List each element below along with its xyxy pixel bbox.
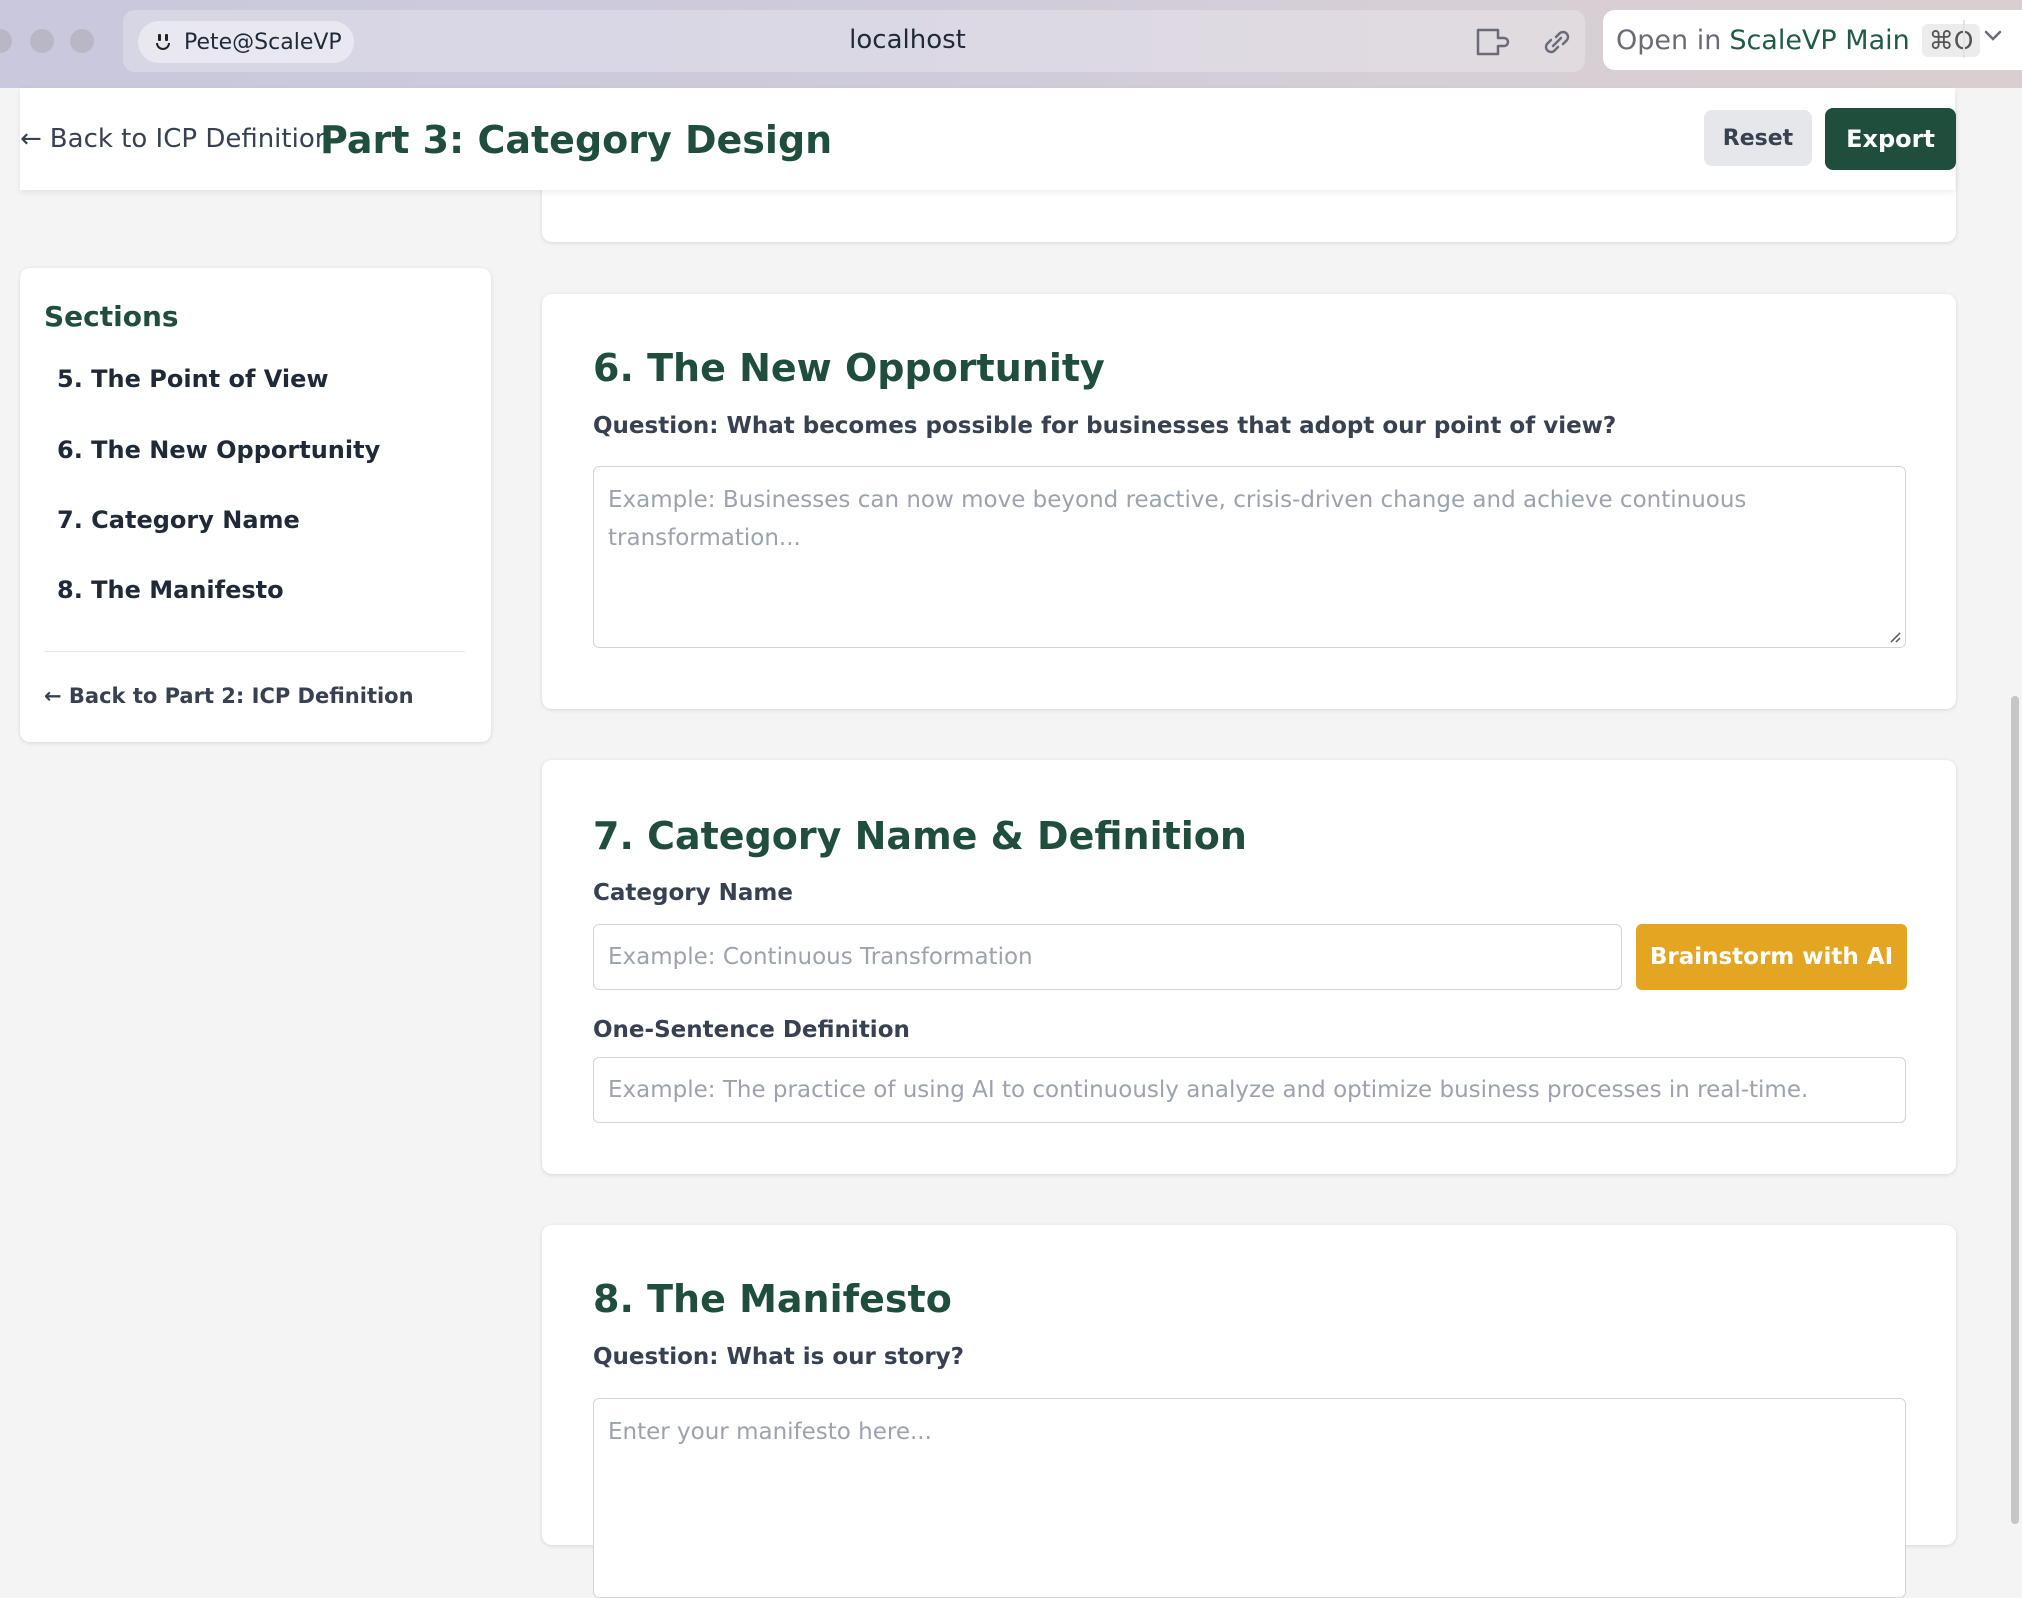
sidebar-item-point-of-view[interactable]: 5. The Point of View xyxy=(57,365,329,393)
page-scrollbar[interactable] xyxy=(2011,696,2019,1524)
extension-icon[interactable] xyxy=(1472,22,1516,62)
sidebar-item-category-name[interactable]: 7. Category Name xyxy=(57,506,300,534)
manifesto-textarea[interactable]: Enter your manifesto here... xyxy=(593,1398,1906,1598)
chevron-down-icon[interactable] xyxy=(1984,26,2002,44)
sidebar-item-new-opportunity[interactable]: 6. The New Opportunity xyxy=(57,436,380,464)
section-title: 6. The New Opportunity xyxy=(593,346,1105,390)
category-card: 7. Category Name & Definition Category N… xyxy=(542,760,1956,1174)
sidebar-divider xyxy=(44,651,465,652)
open-in-prefix: Open in xyxy=(1616,24,1722,56)
section-title: 7. Category Name & Definition xyxy=(593,814,1247,858)
back-to-icp-link[interactable]: ← Back to ICP Definition xyxy=(20,124,331,154)
input-placeholder: Example: The practice of using AI to con… xyxy=(608,1077,1809,1103)
browser-toolbar: Pete@ScaleVP localhost Open in ScaleVP M… xyxy=(0,0,2022,88)
link-icon[interactable] xyxy=(1535,22,1579,62)
resize-handle-icon[interactable] xyxy=(1887,629,1901,643)
section-question: Question: What becomes possible for busi… xyxy=(593,413,1617,439)
category-name-label: Category Name xyxy=(593,880,793,906)
page-title: Part 3: Category Design xyxy=(320,118,833,162)
definition-input[interactable]: Example: The practice of using AI to con… xyxy=(593,1057,1906,1123)
open-in-divider xyxy=(1963,20,1965,58)
manifesto-card: 8. The Manifesto Question: What is our s… xyxy=(542,1225,1956,1598)
sections-sidebar: Sections 5. The Point of View 6. The New… xyxy=(20,268,491,742)
category-name-input[interactable]: Example: Continuous Transformation xyxy=(593,924,1622,990)
shortcut-badge: ⌘O xyxy=(1921,23,1981,57)
textarea-placeholder: Example: Businesses can now move beyond … xyxy=(608,487,1747,551)
app-header: ← Back to ICP Definition Part 3: Categor… xyxy=(20,88,1956,190)
export-button[interactable]: Export xyxy=(1825,108,1956,170)
open-in-app-button[interactable]: Open in ScaleVP Main ⌘O xyxy=(1603,10,2022,70)
section-title: 8. The Manifesto xyxy=(593,1277,952,1321)
definition-label: One-Sentence Definition xyxy=(593,1017,910,1043)
sidebar-title: Sections xyxy=(44,300,179,333)
back-part-2-label: Back to Part 2: ICP Definition xyxy=(68,684,414,708)
textarea-placeholder: Enter your manifesto here... xyxy=(608,1419,932,1445)
new-opportunity-textarea[interactable]: Example: Businesses can now move beyond … xyxy=(593,466,1906,648)
section-question: Question: What is our story? xyxy=(593,1344,965,1370)
open-in-app-name: ScaleVP Main xyxy=(1729,24,1910,56)
back-to-part-2-link[interactable]: ← Back to Part 2: ICP Definition xyxy=(44,684,414,708)
brainstorm-ai-button[interactable]: Brainstorm with AI xyxy=(1636,924,1907,990)
input-placeholder: Example: Continuous Transformation xyxy=(608,944,1033,970)
reset-button[interactable]: Reset xyxy=(1704,110,1812,166)
new-opportunity-card: 6. The New Opportunity Question: What be… xyxy=(542,294,1956,709)
arrow-left-icon: ← xyxy=(20,124,42,154)
arrow-left-icon: ← xyxy=(44,684,62,708)
sidebar-item-manifesto[interactable]: 8. The Manifesto xyxy=(57,576,284,604)
back-link-label: Back to ICP Definition xyxy=(49,124,332,154)
